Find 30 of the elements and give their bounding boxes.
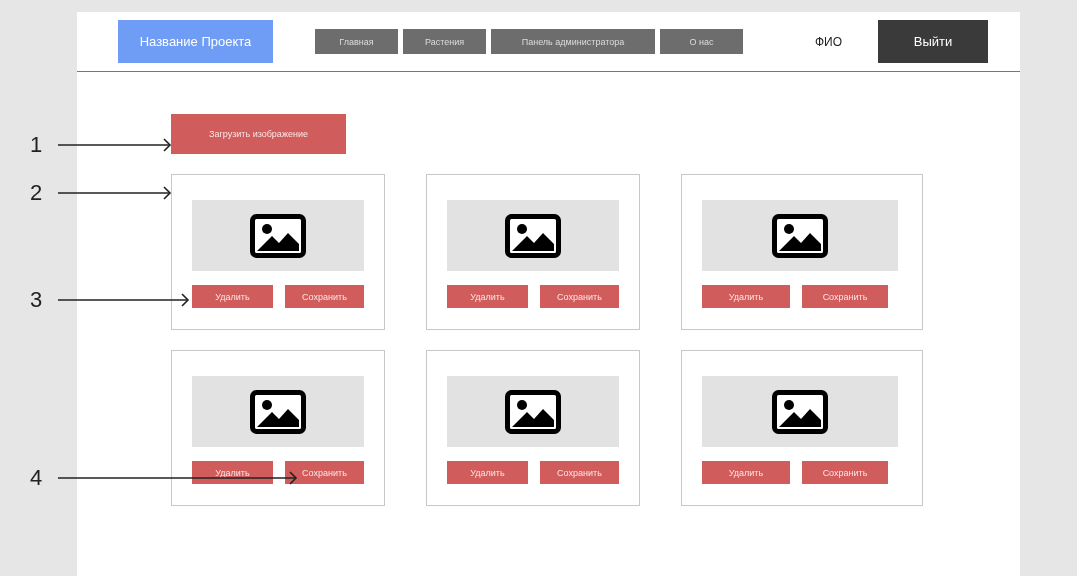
user-name: ФИО — [815, 34, 843, 49]
annotation-number: 2 — [28, 179, 44, 207]
save-button[interactable]: Сохранить — [802, 285, 888, 308]
nav-button[interactable]: Растения — [403, 29, 486, 54]
annotation-number: 4 — [28, 464, 44, 492]
delete-button[interactable]: Удалить — [702, 461, 790, 484]
nav-button[interactable]: Главная — [315, 29, 398, 54]
nav-button[interactable]: О нас — [660, 29, 743, 54]
image-icon — [505, 389, 561, 434]
upload-button[interactable]: Загрузить изображение — [171, 114, 346, 154]
image-icon — [772, 213, 828, 258]
annotation-number: 1 — [28, 131, 44, 159]
delete-button[interactable]: Удалить — [447, 285, 528, 308]
save-button[interactable]: Сохранить — [539, 285, 619, 308]
delete-button[interactable]: Удалить — [447, 461, 528, 484]
annotation-number: 3 — [28, 286, 44, 314]
save-button[interactable]: Сохранить — [539, 461, 619, 484]
image-icon — [772, 389, 828, 434]
logout-button[interactable]: Выйти — [878, 20, 989, 63]
nav-button[interactable]: Панель администратора — [491, 29, 655, 54]
save-button[interactable]: Сохранить — [802, 461, 888, 484]
image-icon — [505, 213, 561, 258]
save-button[interactable]: Сохранить — [284, 461, 364, 484]
save-button[interactable]: Сохранить — [284, 285, 364, 308]
image-icon — [250, 389, 306, 434]
delete-button[interactable]: Удалить — [192, 285, 273, 308]
delete-button[interactable]: Удалить — [192, 461, 273, 484]
project-name[interactable]: Название Проекта — [118, 20, 273, 63]
delete-button[interactable]: Удалить — [702, 285, 790, 308]
image-icon — [250, 213, 306, 258]
